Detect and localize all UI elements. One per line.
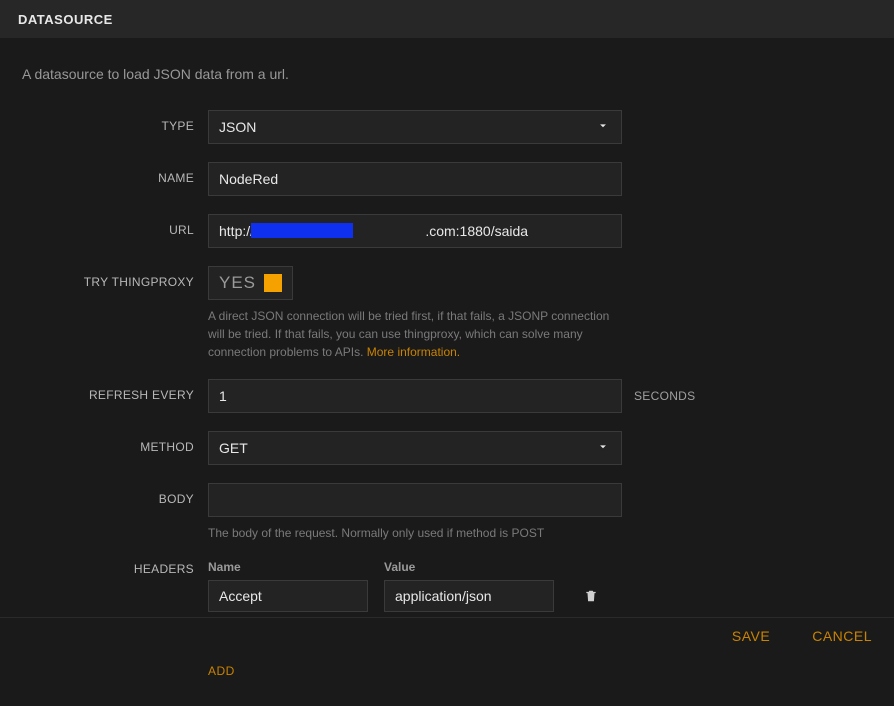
- type-select-value: JSON: [208, 110, 622, 144]
- method-row: METHOD GET: [20, 431, 874, 465]
- refresh-input[interactable]: [208, 379, 622, 413]
- header-name-input[interactable]: [208, 580, 368, 612]
- thingproxy-toggle-text: YES: [219, 273, 256, 293]
- type-row: TYPE JSON: [20, 110, 874, 144]
- type-label: TYPE: [20, 110, 208, 133]
- redacted-mask: [251, 223, 353, 238]
- url-label: URL: [20, 214, 208, 237]
- table-row: [208, 580, 874, 612]
- method-label: METHOD: [20, 431, 208, 454]
- thingproxy-toggle[interactable]: YES: [208, 266, 293, 300]
- headers-table-head: Name Value: [208, 560, 874, 574]
- checkbox-icon: [264, 274, 282, 292]
- thingproxy-help: A direct JSON connection will be tried f…: [208, 307, 622, 361]
- cancel-button[interactable]: CANCEL: [812, 628, 872, 644]
- name-row: NAME: [20, 162, 874, 196]
- headers-col-value: Value: [384, 560, 560, 574]
- name-label: NAME: [20, 162, 208, 185]
- refresh-label: REFRESH EVERY: [20, 379, 208, 402]
- dialog-title: DATASOURCE: [18, 12, 113, 27]
- add-header-button[interactable]: ADD: [208, 664, 235, 678]
- refresh-row: REFRESH EVERY SECONDS: [20, 379, 874, 413]
- body-label: BODY: [20, 483, 208, 506]
- name-input[interactable]: [208, 162, 622, 196]
- headers-label: HEADERS: [20, 560, 208, 576]
- body-row: BODY The body of the request. Normally o…: [20, 483, 874, 542]
- description-text: A datasource to load JSON data from a ur…: [22, 66, 874, 82]
- thingproxy-label: TRY THINGPROXY: [20, 266, 208, 289]
- headers-col-name: Name: [208, 560, 384, 574]
- dialog-content: A datasource to load JSON data from a ur…: [0, 38, 894, 706]
- save-button[interactable]: SAVE: [732, 628, 770, 644]
- method-select-value: GET: [208, 431, 622, 465]
- dialog-header: DATASOURCE: [0, 0, 894, 38]
- trash-icon[interactable]: [582, 586, 600, 606]
- header-value-input[interactable]: [384, 580, 554, 612]
- more-info-link[interactable]: More information.: [367, 345, 460, 359]
- refresh-suffix: SECONDS: [634, 389, 695, 403]
- type-select[interactable]: JSON: [208, 110, 622, 144]
- body-help: The body of the request. Normally only u…: [208, 524, 622, 542]
- method-select[interactable]: GET: [208, 431, 622, 465]
- body-input[interactable]: [208, 483, 622, 517]
- thingproxy-row: TRY THINGPROXY YES A direct JSON connect…: [20, 266, 874, 361]
- dialog-footer: SAVE CANCEL: [0, 617, 894, 653]
- url-row: URL: [20, 214, 874, 248]
